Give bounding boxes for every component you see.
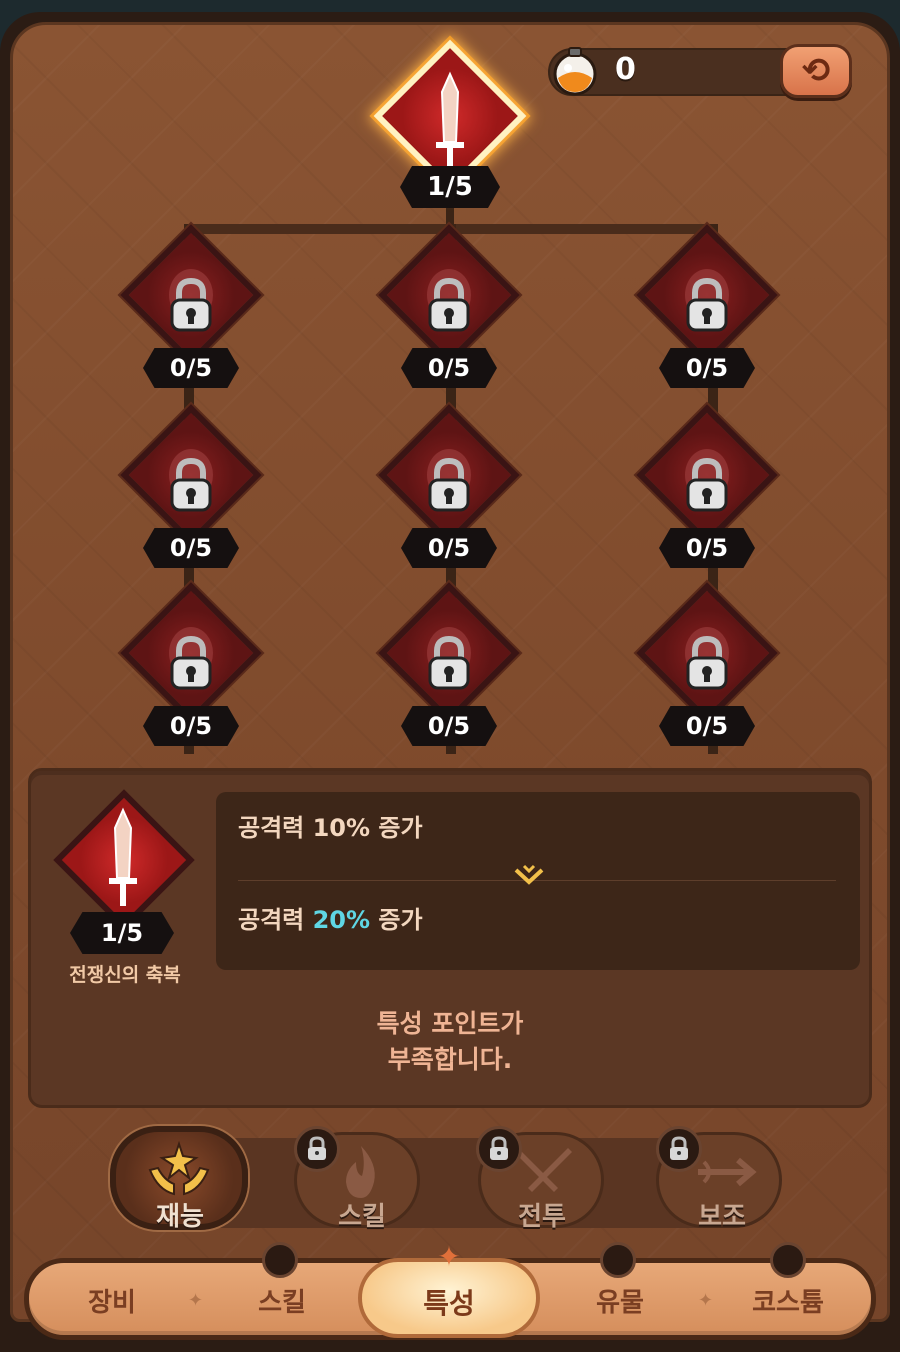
category-label: 보조	[698, 1202, 746, 1232]
stat-value: 10%	[312, 814, 371, 842]
current-stat: 공격력 10% 증가	[238, 808, 423, 843]
node-level: 0/5	[659, 528, 755, 568]
lock-icon	[686, 457, 728, 512]
talent-node[interactable]: 0/5	[116, 582, 266, 758]
lock-icon	[600, 1242, 636, 1278]
hands-star-icon	[148, 1140, 210, 1196]
node-level: 1/5	[400, 166, 500, 208]
sword-icon	[109, 807, 137, 906]
talent-node[interactable]: 0/5	[632, 404, 782, 580]
node-level: 0/5	[143, 706, 239, 746]
node-level: 0/5	[143, 348, 239, 388]
talent-node[interactable]: 0/5	[374, 224, 524, 400]
lock-icon	[656, 1126, 702, 1172]
reset-button[interactable]: ⟲	[780, 44, 852, 98]
lock-icon	[170, 457, 212, 512]
talent-node[interactable]: 0/5	[374, 582, 524, 758]
nav-item-relic[interactable]: 유물	[550, 1282, 690, 1319]
lock-icon	[770, 1242, 806, 1278]
nav-separator: ✦	[698, 1290, 714, 1311]
talent-node[interactable]: 0/5	[632, 224, 782, 400]
lock-icon	[476, 1126, 522, 1172]
node-level: 0/5	[143, 528, 239, 568]
stat-suffix: 증가	[370, 906, 423, 934]
lock-icon	[686, 635, 728, 690]
lock-icon	[686, 277, 728, 332]
currency-value: 0	[615, 52, 636, 87]
talent-node-root[interactable]: 1/5	[360, 39, 540, 214]
talent-node[interactable]: 0/5	[116, 224, 266, 400]
star-badge-icon: ✦	[437, 1240, 461, 1273]
node-level: 0/5	[401, 348, 497, 388]
stat-value-next: 20%	[312, 906, 371, 934]
category-label: 재능	[156, 1202, 204, 1232]
nav-item-costume[interactable]: 코스튬	[718, 1282, 858, 1319]
node-level: 1/5	[70, 912, 174, 954]
lock-icon	[428, 635, 470, 690]
category-label: 전투	[518, 1202, 566, 1232]
talent-node[interactable]: 0/5	[116, 404, 266, 580]
lock-icon	[262, 1242, 298, 1278]
nav-item-traits-label: 특성	[423, 1287, 475, 1320]
stat-label: 공격력	[238, 814, 313, 842]
node-level: 0/5	[401, 528, 497, 568]
next-stat: 공격력 20% 증가	[238, 900, 423, 935]
nav-item-equipment[interactable]: 장비	[42, 1282, 182, 1319]
lock-icon	[170, 635, 212, 690]
node-level: 0/5	[659, 348, 755, 388]
stat-suffix: 증가	[370, 814, 423, 842]
category-label: 스킬	[338, 1202, 386, 1232]
nav-item-skill[interactable]: 스킬	[212, 1282, 352, 1319]
lock-icon	[170, 277, 212, 332]
talent-node[interactable]: 0/5	[374, 404, 524, 580]
lock-icon	[428, 277, 470, 332]
lock-icon	[428, 457, 470, 512]
warning-line-2: 부족합니다.	[387, 1045, 513, 1074]
node-level: 0/5	[659, 706, 755, 746]
refresh-icon: ⟲	[801, 51, 831, 91]
talent-name: 전쟁신의 축복	[69, 964, 181, 986]
nav-separator: ✦	[188, 1290, 204, 1311]
warning-line-1: 특성 포인트가	[376, 1009, 524, 1038]
sword-icon	[436, 71, 464, 170]
talent-node[interactable]: 0/5	[632, 582, 782, 758]
potion-flask-icon	[553, 47, 597, 96]
stat-label: 공격력	[238, 906, 313, 934]
chevron-down-icon	[512, 862, 546, 888]
lock-icon	[294, 1126, 340, 1172]
node-level: 0/5	[401, 706, 497, 746]
